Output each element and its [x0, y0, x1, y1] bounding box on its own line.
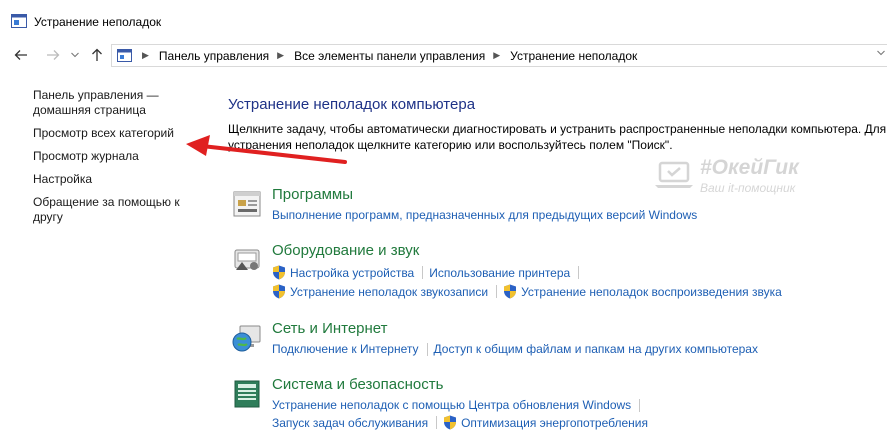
sidebar: Панель управления — домашняя страница Пр…: [33, 88, 213, 233]
sidebar-link-label: Панель управления —: [33, 88, 159, 102]
task-link[interactable]: Подключение к Интернету: [272, 342, 419, 356]
watermark-tagline: Ваш it-помощник: [700, 181, 796, 195]
network-globe-icon: [232, 325, 261, 352]
category-title[interactable]: Сеть и Интернет: [272, 320, 388, 337]
task-link[interactable]: Настройка устройства: [290, 266, 414, 280]
task-link[interactable]: Использование принтера: [429, 266, 570, 280]
title-bar: Устранение неполадок: [0, 0, 887, 36]
up-button[interactable]: [88, 46, 106, 64]
page-description: Щелкните задачу, чтобы автоматически диа…: [228, 121, 887, 153]
link-divider: [578, 266, 580, 279]
sidebar-link-label: домашняя страница: [33, 103, 146, 117]
sidebar-link-label: Обращение за помощью к: [33, 195, 180, 209]
recent-locations-button[interactable]: [66, 46, 84, 64]
breadcrumb-separator[interactable]: ▶: [277, 50, 284, 61]
link-divider: [426, 342, 428, 356]
uac-shield-icon: [273, 284, 285, 299]
uac-shield-icon: [444, 415, 457, 430]
breadcrumb-item[interactable]: Устранение неполадок: [510, 49, 637, 63]
link-divider: [422, 266, 424, 279]
sidebar-link-label: другу: [33, 210, 63, 224]
address-bar[interactable]: ▶ Панель управления ▶ Все элементы панел…: [111, 44, 887, 67]
task-link[interactable]: Устранение неполадок с помощью Центра об…: [272, 398, 631, 412]
breadcrumb-separator: ▶: [142, 50, 149, 60]
category-links: Устранение неполадок с помощью Центра об…: [272, 398, 646, 412]
breadcrumb-separator[interactable]: ▶: [493, 50, 500, 61]
hardware-sound-icon: [234, 249, 260, 270]
watermark: #ОкейГик Ваш it-помощник: [654, 156, 814, 198]
category-title[interactable]: Оборудование и звук: [272, 242, 419, 259]
task-link[interactable]: Доступ к общим файлам и папкам на других…: [434, 342, 758, 356]
arrow-left-icon: [14, 50, 27, 60]
uac-shield-icon: [504, 284, 517, 299]
breadcrumb-item[interactable]: Все элементы панели управления: [294, 49, 485, 63]
task-link[interactable]: Выполнение программ, предназначенных для…: [272, 208, 697, 222]
link-divider: [436, 416, 438, 429]
sidebar-link-history[interactable]: Просмотр журнала: [33, 149, 213, 164]
arrow-up-icon: [92, 48, 102, 61]
task-link[interactable]: Запуск задач обслуживания: [272, 416, 428, 430]
task-link[interactable]: Устранение неполадок звукозаписи: [290, 285, 488, 299]
page-title: Устранение неполадок компьютера: [228, 96, 476, 113]
task-link[interactable]: Оптимизация энергопотребления: [461, 416, 648, 430]
category-links: Запуск задач обслуживания Оптимизация эн…: [272, 415, 648, 430]
link-divider: [639, 398, 641, 412]
description-line: устранения неполадок щелкните категорию …: [228, 138, 673, 152]
watermark-name: #ОкейГик: [700, 156, 799, 179]
uac-shield-icon: [273, 265, 285, 280]
sidebar-link-settings[interactable]: Настройка: [33, 172, 213, 187]
control-panel-icon: [11, 14, 27, 28]
arrow-right-icon: [47, 50, 60, 60]
description-line: Щелкните задачу, чтобы автоматически диа…: [228, 122, 887, 136]
back-button[interactable]: [12, 46, 30, 64]
laptop-icon: [655, 161, 693, 188]
category-title[interactable]: Система и безопасность: [272, 376, 443, 393]
control-panel-icon: [117, 49, 132, 62]
category-links: Выполнение программ, предназначенных для…: [272, 208, 697, 222]
programs-icon: [233, 191, 261, 217]
sidebar-link-get-help[interactable]: Обращение за помощью к другу: [33, 195, 213, 225]
main-content: Устранение неполадок компьютера Щелкните…: [228, 96, 887, 153]
forward-button[interactable]: [44, 46, 62, 64]
chevron-down-icon[interactable]: [877, 50, 885, 56]
category-links: Устранение неполадок звукозаписи Устране…: [272, 284, 782, 299]
navigation-bar: ▶ Панель управления ▶ Все элементы панел…: [0, 41, 887, 69]
link-divider: [496, 285, 498, 298]
category-links: Подключение к Интернету Доступ к общим ф…: [272, 342, 758, 356]
system-security-icon: [234, 380, 260, 408]
sidebar-link-home[interactable]: Панель управления — домашняя страница: [33, 88, 213, 118]
category-title[interactable]: Программы: [272, 186, 353, 203]
window-title: Устранение неполадок: [34, 15, 162, 29]
category-links: Настройка устройства Использование принт…: [272, 265, 585, 280]
task-link[interactable]: Устранение неполадок воспроизведения зву…: [521, 285, 782, 299]
chevron-down-icon: [71, 52, 79, 58]
sidebar-link-all-categories[interactable]: Просмотр всех категорий: [33, 126, 213, 141]
breadcrumb-item[interactable]: Панель управления: [159, 49, 269, 63]
